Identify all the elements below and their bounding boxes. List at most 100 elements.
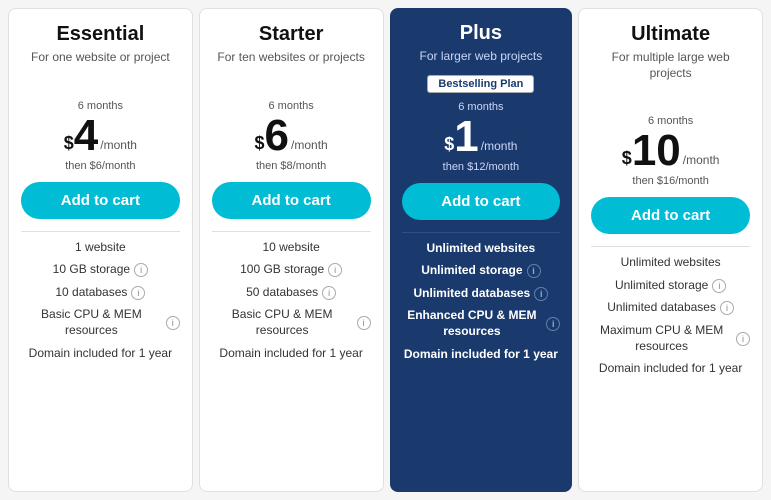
pricing-container: Essential For one website or project 6 mon… xyxy=(0,0,771,500)
plan-duration-essential: 6 months xyxy=(78,100,123,112)
price-dollar-plus: $ xyxy=(444,134,454,155)
price-per-ultimate: /month xyxy=(683,153,720,167)
info-icon-plus-1[interactable]: i xyxy=(527,264,541,278)
info-icon-essential-2[interactable]: i xyxy=(131,286,145,300)
price-row-plus: $ 1 /month xyxy=(444,115,517,159)
feature-item-ultimate-3: Maximum CPU & MEM resources i xyxy=(591,323,750,354)
price-per-plus: /month xyxy=(481,139,518,153)
plan-card-starter: Starter For ten websites or projects 6 mon… xyxy=(199,8,384,492)
plan-subtitle-essential: For one website or project xyxy=(31,50,170,66)
price-dollar-starter: $ xyxy=(255,133,265,154)
info-icon-essential-3[interactable]: i xyxy=(166,316,180,330)
feature-text-starter-1: 100 GB storage xyxy=(240,262,324,278)
price-amount-essential: 4 xyxy=(74,114,98,158)
feature-item-plus-0: Unlimited websites xyxy=(402,241,561,257)
feature-text-ultimate-1: Unlimited storage xyxy=(615,278,708,294)
feature-text-plus-3: Enhanced CPU & MEM resources xyxy=(402,308,543,339)
price-per-essential: /month xyxy=(100,138,137,152)
feature-text-starter-3: Basic CPU & MEM resources xyxy=(212,307,353,338)
feature-text-essential-4: Domain included for 1 year xyxy=(29,346,172,362)
bestselling-badge: Bestselling Plan xyxy=(427,75,534,93)
feature-item-ultimate-2: Unlimited databases i xyxy=(591,300,750,316)
add-to-cart-button-starter[interactable]: Add to cart xyxy=(212,182,371,219)
features-list-essential: 1 website 10 GB storage i 10 databases i… xyxy=(21,240,180,362)
price-dollar-essential: $ xyxy=(64,133,74,154)
plan-name-ultimate: Ultimate xyxy=(631,23,710,46)
plan-duration-plus: 6 months xyxy=(458,101,503,113)
feature-text-essential-1: 10 GB storage xyxy=(53,262,130,278)
price-then-starter: then $8/month xyxy=(256,160,326,172)
feature-item-starter-3: Basic CPU & MEM resources i xyxy=(212,307,371,338)
feature-item-plus-1: Unlimited storage i xyxy=(402,263,561,279)
add-to-cart-button-plus[interactable]: Add to cart xyxy=(402,183,561,220)
divider-starter xyxy=(212,231,371,232)
feature-item-essential-3: Basic CPU & MEM resources i xyxy=(21,307,180,338)
feature-text-plus-1: Unlimited storage xyxy=(421,263,522,279)
price-row-ultimate: $ 10 /month xyxy=(622,129,720,173)
price-amount-starter: 6 xyxy=(265,114,289,158)
plan-name-essential: Essential xyxy=(56,23,144,46)
feature-text-starter-4: Domain included for 1 year xyxy=(219,346,362,362)
info-icon-plus-3[interactable]: i xyxy=(546,317,560,331)
feature-text-ultimate-3: Maximum CPU & MEM resources xyxy=(591,323,732,354)
features-list-plus: Unlimited websites Unlimited storage i U… xyxy=(402,241,561,363)
price-then-plus: then $12/month xyxy=(443,161,519,173)
plan-name-starter: Starter xyxy=(259,23,323,46)
feature-item-ultimate-4: Domain included for 1 year xyxy=(591,361,750,377)
feature-item-starter-1: 100 GB storage i xyxy=(212,262,371,278)
feature-item-essential-0: 1 website xyxy=(21,240,180,256)
feature-text-plus-4: Domain included for 1 year xyxy=(404,347,558,363)
price-row-essential: $ 4 /month xyxy=(64,114,137,158)
plan-subtitle-plus: For larger web projects xyxy=(420,49,543,65)
info-icon-ultimate-2[interactable]: i xyxy=(720,301,734,315)
price-dollar-ultimate: $ xyxy=(622,148,632,169)
info-icon-ultimate-1[interactable]: i xyxy=(712,279,726,293)
add-to-cart-button-ultimate[interactable]: Add to cart xyxy=(591,197,750,234)
plan-card-ultimate: UltimateFor multiple large web projects6… xyxy=(578,8,763,492)
feature-text-plus-0: Unlimited websites xyxy=(427,241,536,257)
plan-subtitle-ultimate: For multiple large web projects xyxy=(591,50,750,81)
feature-text-essential-2: 10 databases xyxy=(55,285,127,301)
feature-text-starter-0: 10 website xyxy=(262,240,319,256)
plan-card-essential: Essential For one website or project 6 mon… xyxy=(8,8,193,492)
price-then-ultimate: then $16/month xyxy=(632,175,708,187)
feature-text-ultimate-0: Unlimited websites xyxy=(621,255,721,271)
plan-card-plus: Plus For larger web projects Bestselling P… xyxy=(390,8,573,492)
plan-duration-starter: 6 months xyxy=(269,100,314,112)
divider-plus xyxy=(402,232,561,233)
feature-item-starter-4: Domain included for 1 year xyxy=(212,346,371,362)
feature-item-plus-2: Unlimited databases i xyxy=(402,286,561,302)
plan-name-plus: Plus xyxy=(460,22,502,45)
price-amount-ultimate: 10 xyxy=(632,129,681,173)
feature-text-ultimate-2: Unlimited databases xyxy=(607,300,716,316)
price-amount-plus: 1 xyxy=(454,115,478,159)
feature-text-essential-0: 1 website xyxy=(75,240,126,256)
price-row-starter: $ 6 /month xyxy=(255,114,328,158)
divider-essential xyxy=(21,231,180,232)
add-to-cart-button-essential[interactable]: Add to cart xyxy=(21,182,180,219)
feature-item-plus-4: Domain included for 1 year xyxy=(402,347,561,363)
feature-text-ultimate-4: Domain included for 1 year xyxy=(599,361,742,377)
feature-text-plus-2: Unlimited databases xyxy=(414,286,531,302)
feature-item-ultimate-1: Unlimited storage i xyxy=(591,278,750,294)
feature-text-starter-2: 50 databases xyxy=(246,285,318,301)
info-icon-essential-1[interactable]: i xyxy=(134,263,148,277)
price-per-starter: /month xyxy=(291,138,328,152)
info-icon-starter-2[interactable]: i xyxy=(322,286,336,300)
feature-item-essential-2: 10 databases i xyxy=(21,285,180,301)
feature-item-plus-3: Enhanced CPU & MEM resources i xyxy=(402,308,561,339)
plan-subtitle-starter: For ten websites or projects xyxy=(217,50,364,66)
info-icon-ultimate-3[interactable]: i xyxy=(736,332,750,346)
info-icon-starter-3[interactable]: i xyxy=(357,316,371,330)
feature-item-starter-2: 50 databases i xyxy=(212,285,371,301)
feature-item-starter-0: 10 website xyxy=(212,240,371,256)
features-list-ultimate: Unlimited websites Unlimited storage i U… xyxy=(591,255,750,377)
feature-item-essential-1: 10 GB storage i xyxy=(21,262,180,278)
info-icon-starter-1[interactable]: i xyxy=(328,263,342,277)
feature-item-essential-4: Domain included for 1 year xyxy=(21,346,180,362)
feature-text-essential-3: Basic CPU & MEM resources xyxy=(21,307,162,338)
info-icon-plus-2[interactable]: i xyxy=(534,287,548,301)
features-list-starter: 10 website 100 GB storage i 50 databases… xyxy=(212,240,371,362)
price-then-essential: then $6/month xyxy=(65,160,135,172)
divider-ultimate xyxy=(591,246,750,247)
